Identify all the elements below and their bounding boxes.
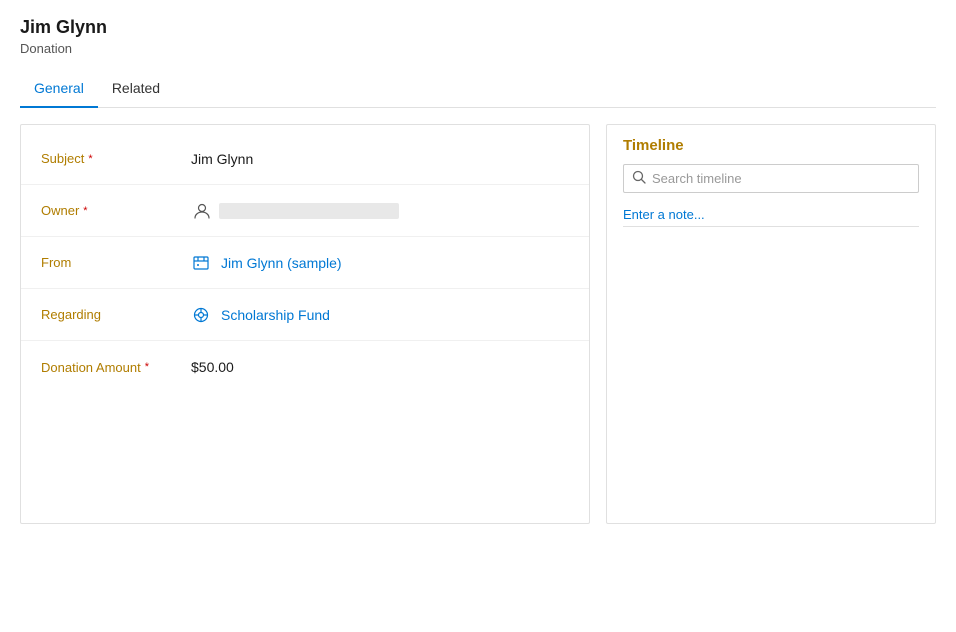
regarding-label: Regarding	[41, 307, 191, 322]
subject-value: Jim Glynn	[191, 151, 569, 167]
regarding-value[interactable]: Scholarship Fund	[191, 305, 569, 325]
regarding-icon	[191, 305, 211, 325]
tab-general[interactable]: General	[20, 72, 98, 108]
record-subtitle: Donation	[20, 41, 936, 56]
tabs-bar: General Related	[20, 72, 936, 108]
subject-required: *	[88, 153, 92, 165]
owner-row: Owner *	[21, 185, 589, 237]
donation-amount-row: Donation Amount * $50.00	[21, 341, 589, 393]
from-row: From Jim Glynn (sample)	[21, 237, 589, 289]
from-label: From	[41, 255, 191, 270]
donation-amount-required: *	[145, 361, 149, 373]
content-area: Subject * Jim Glynn Owner *	[20, 124, 936, 524]
page: Jim Glynn Donation General Related Subje…	[0, 0, 956, 632]
timeline-search-bar[interactable]	[623, 164, 919, 193]
owner-required: *	[83, 205, 87, 217]
owner-value[interactable]	[191, 200, 569, 222]
record-header: Jim Glynn Donation	[20, 16, 936, 56]
timeline-title: Timeline	[623, 137, 919, 154]
owner-bar	[219, 203, 399, 219]
owner-label: Owner *	[41, 203, 191, 218]
enter-note[interactable]: Enter a note...	[623, 203, 919, 227]
timeline-panel: Timeline Enter a note...	[606, 124, 936, 524]
tab-related[interactable]: Related	[98, 72, 174, 108]
search-timeline-input[interactable]	[652, 171, 910, 186]
search-icon	[632, 170, 646, 187]
from-icon	[191, 253, 211, 273]
donation-amount-value: $50.00	[191, 359, 569, 375]
donation-amount-label: Donation Amount *	[41, 360, 191, 375]
subject-label: Subject *	[41, 151, 191, 166]
from-value[interactable]: Jim Glynn (sample)	[191, 253, 569, 273]
owner-person-icon	[191, 200, 213, 222]
subject-row: Subject * Jim Glynn	[21, 133, 589, 185]
regarding-row: Regarding Scholarship Fund	[21, 289, 589, 341]
form-card: Subject * Jim Glynn Owner *	[20, 124, 590, 524]
record-title: Jim Glynn	[20, 16, 936, 39]
